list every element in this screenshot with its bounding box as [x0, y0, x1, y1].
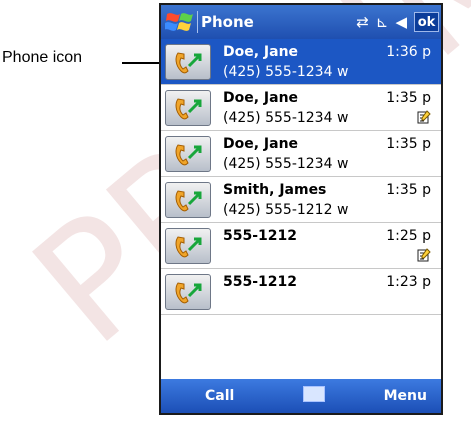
call-row[interactable]: Doe, Jane (425) 555-1234 w 1:36 p [161, 39, 441, 85]
status-icons: ⇄ ⊾ ◀︎ [356, 12, 407, 32]
phone-icon[interactable] [165, 90, 211, 126]
menu-softkey[interactable]: Menu [384, 388, 427, 404]
speaker-icon[interactable]: ◀︎ [395, 12, 407, 32]
call-row[interactable]: Smith, James (425) 555-1212 w 1:35 p [161, 177, 441, 223]
title-separator [197, 11, 198, 33]
call-time: 1:35 p [386, 182, 431, 198]
call-time: 1:25 p [386, 228, 431, 244]
phone-icon[interactable] [165, 44, 211, 80]
window-title: Phone [201, 13, 254, 31]
device-screen: Phone ⇄ ⊾ ◀︎ ok Doe, Jane (425) 555-1234 … [159, 3, 443, 415]
call-time: 1:23 p [386, 274, 431, 290]
phone-icon[interactable] [165, 182, 211, 218]
phone-icon[interactable] [165, 228, 211, 264]
call-row[interactable]: Doe, Jane (425) 555-1234 w 1:35 p [161, 85, 441, 131]
call-name: Doe, Jane [223, 136, 299, 152]
call-row[interactable]: Doe, Jane (425) 555-1234 w 1:35 p [161, 131, 441, 177]
call-number: (425) 555-1234 w [223, 110, 349, 126]
ok-button[interactable]: ok [414, 12, 439, 32]
call-time: 1:35 p [386, 136, 431, 152]
title-bar: Phone ⇄ ⊾ ◀︎ ok [161, 5, 441, 39]
call-softkey[interactable]: Call [205, 388, 234, 404]
call-row[interactable]: 555-1212 1:25 p [161, 223, 441, 269]
note-icon[interactable] [417, 247, 431, 262]
callout-line [122, 62, 160, 64]
call-number: (425) 555-1234 w [223, 156, 349, 172]
call-number: (425) 555-1212 w [223, 202, 349, 218]
call-time: 1:35 p [386, 90, 431, 106]
connectivity-icon[interactable]: ⇄ [356, 12, 369, 32]
call-name: 555-1212 [223, 274, 297, 290]
call-name: 555-1212 [223, 228, 297, 244]
call-name: Smith, James [223, 182, 327, 198]
callout-label: Phone icon [2, 49, 83, 66]
call-row[interactable]: 555-1212 1:23 p [161, 269, 441, 315]
call-number: (425) 555-1234 w [223, 64, 349, 80]
call-time: 1:36 p [386, 44, 431, 60]
call-name: Doe, Jane [223, 44, 299, 60]
note-icon[interactable] [417, 109, 431, 124]
call-name: Doe, Jane [223, 90, 299, 106]
phone-icon[interactable] [165, 274, 211, 310]
keyboard-icon[interactable] [303, 386, 325, 402]
windows-start-icon[interactable] [164, 11, 195, 33]
bottom-softkey-bar: Call Menu [161, 379, 441, 413]
call-history-list: Doe, Jane (425) 555-1234 w 1:36 p Doe, Jan… [161, 39, 441, 315]
phone-icon[interactable] [165, 136, 211, 172]
signal-icon[interactable]: ⊾ [376, 12, 389, 32]
